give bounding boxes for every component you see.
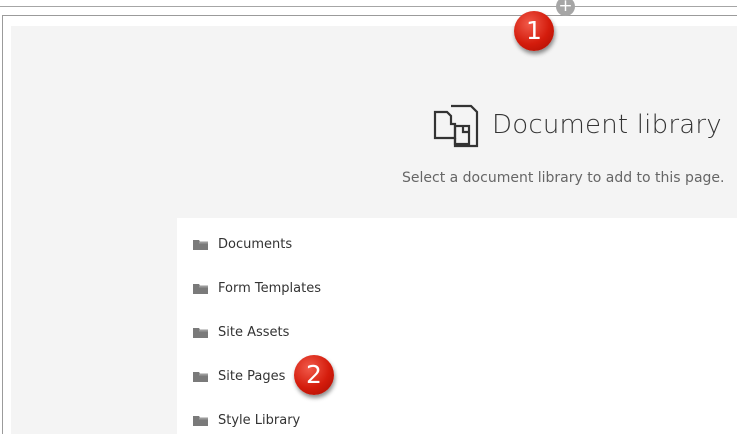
library-item-form-templates[interactable]: Form Templates — [193, 278, 321, 298]
library-item-site-assets[interactable]: Site Assets — [193, 322, 289, 342]
callout-badge-1: 1 — [514, 11, 554, 51]
webpart-subtitle: Select a document library to add to this… — [402, 170, 725, 186]
callout-badge-2: 2 — [294, 355, 334, 395]
add-section-button[interactable]: + — [556, 0, 575, 16]
folder-icon — [193, 239, 208, 250]
library-item-site-pages[interactable]: Site Pages — [193, 366, 285, 386]
library-item-style-library[interactable]: Style Library — [193, 410, 300, 430]
library-list: Documents Form Templates Site Assets Sit… — [177, 218, 737, 434]
library-item-label: Style Library — [218, 412, 301, 428]
library-item-documents[interactable]: Documents — [193, 234, 292, 254]
webpart-title: Document library — [492, 110, 722, 140]
folder-icon — [193, 283, 208, 294]
library-item-label: Site Assets — [218, 324, 290, 340]
library-item-label: Documents — [218, 236, 293, 252]
folder-icon — [193, 327, 208, 338]
folder-icon — [193, 371, 208, 382]
folder-icon — [193, 415, 208, 426]
document-library-icon — [433, 104, 479, 148]
section-divider — [0, 6, 737, 7]
library-item-label: Form Templates — [218, 280, 321, 296]
library-item-label: Site Pages — [218, 368, 286, 384]
